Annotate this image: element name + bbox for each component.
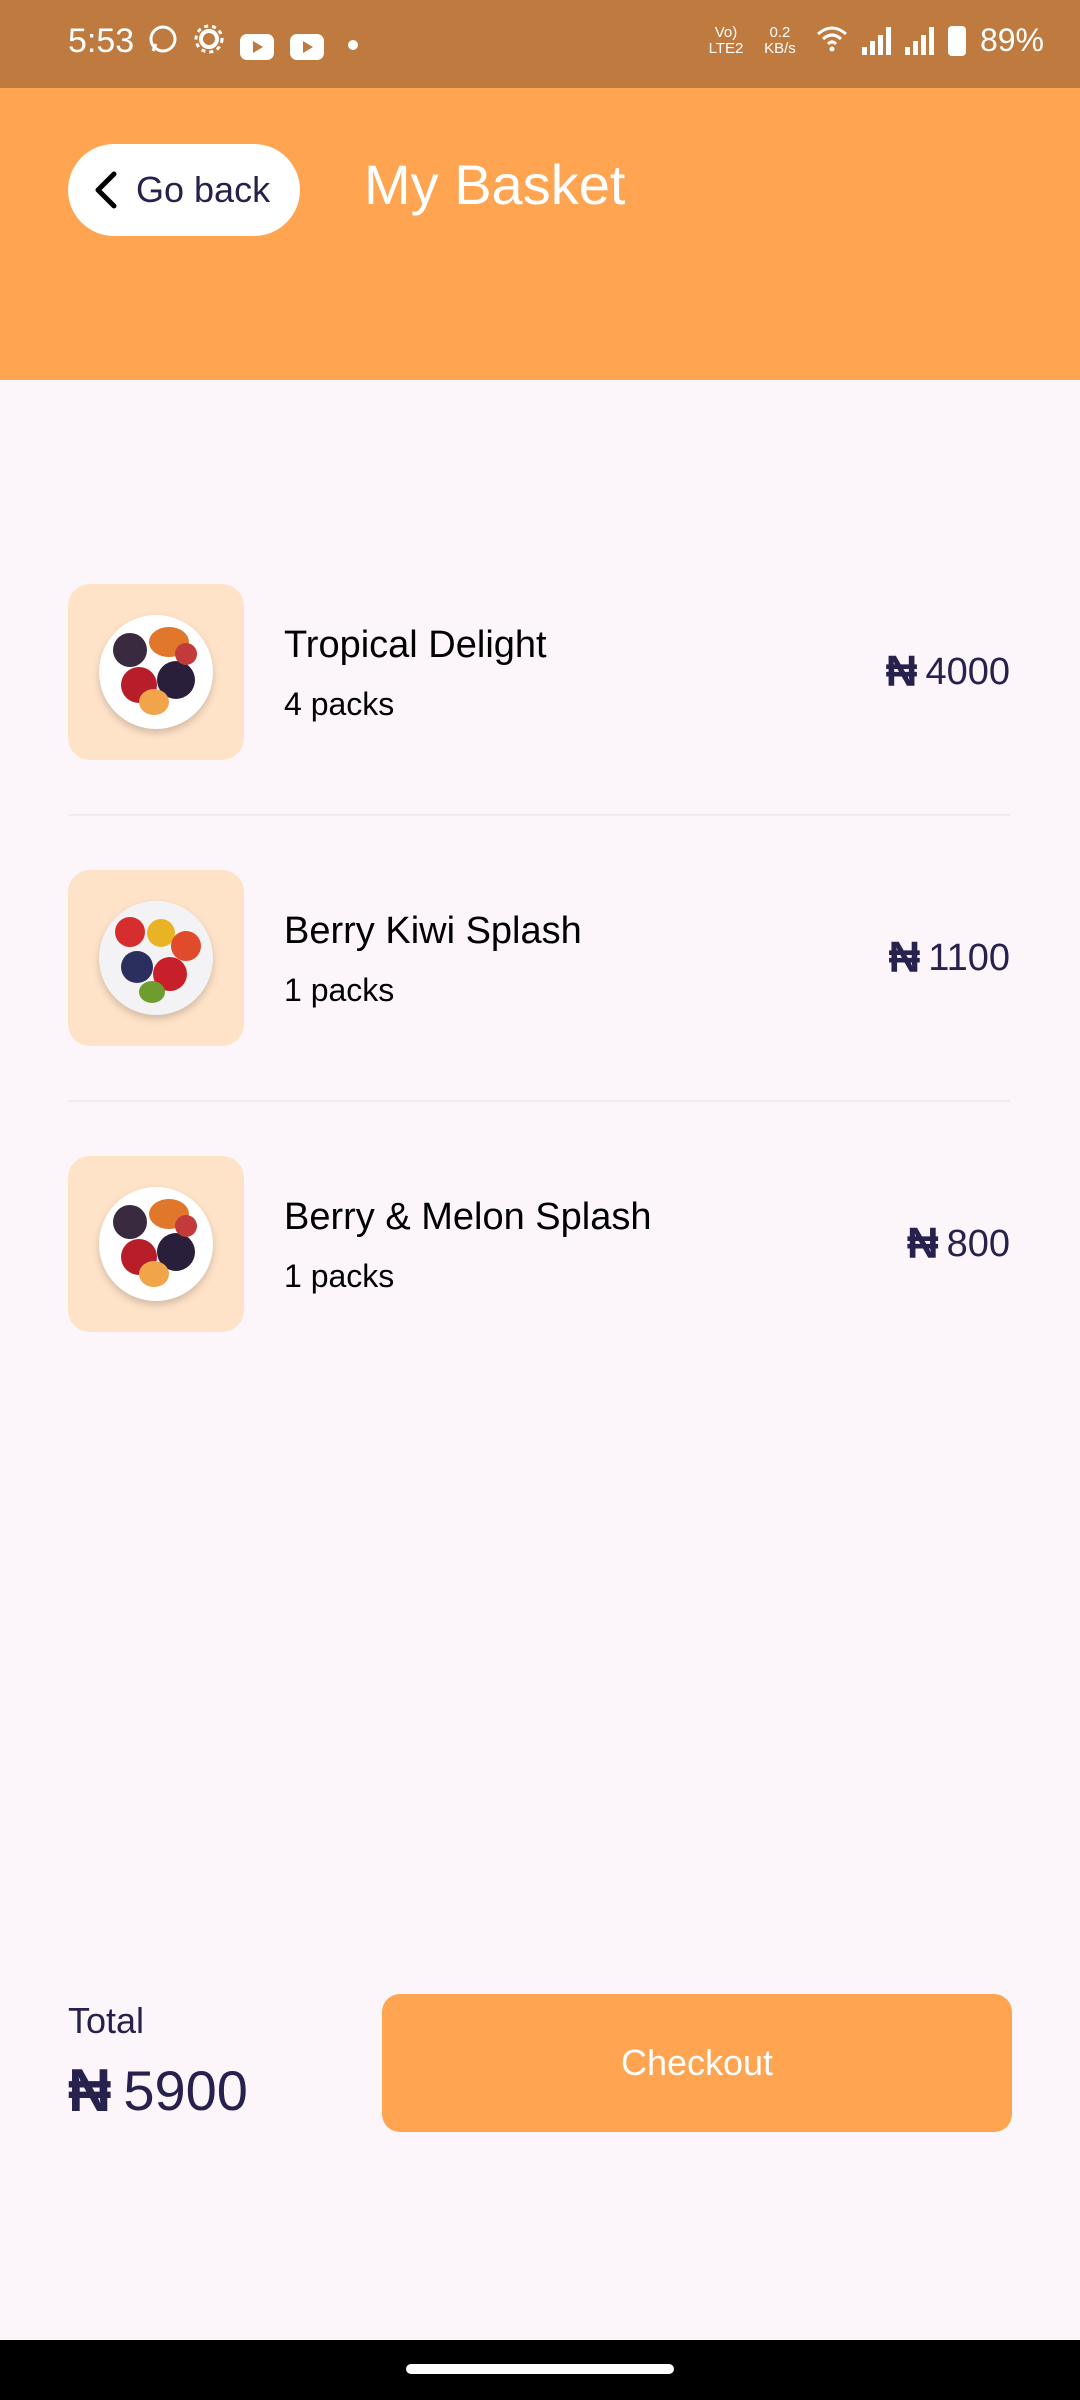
status-bar: 5:53 Vo) LTE2 0.2 KB/s 89% — [0, 0, 1080, 88]
divider — [68, 814, 1010, 816]
whatsapp-icon — [148, 24, 178, 65]
naira-symbol: ₦ — [888, 933, 921, 982]
notification-icons — [148, 24, 358, 65]
go-back-label: Go back — [136, 169, 271, 210]
list-item[interactable]: Berry & Melon Splash 1 packs ₦ 800 — [68, 1156, 1010, 1332]
naira-symbol: ₦ — [906, 1219, 939, 1268]
naira-symbol: ₦ — [68, 2057, 112, 2124]
product-image — [68, 1156, 244, 1332]
youtube-icon — [240, 33, 274, 60]
item-name: Berry & Melon Splash — [284, 1195, 652, 1238]
divider — [68, 1100, 1010, 1102]
total-label: Total — [68, 2000, 145, 2041]
total-amount: ₦ 5900 — [68, 2056, 248, 2125]
lte-indicator: Vo) LTE2 — [708, 23, 744, 57]
battery-icon — [947, 25, 966, 56]
list-item[interactable]: Tropical Delight 4 packs ₦ 4000 — [68, 584, 1010, 760]
total-value: 5900 — [123, 2059, 248, 2122]
chevron-left-icon — [95, 171, 117, 209]
product-image — [68, 870, 244, 1046]
data-rate: 0.2 KB/s — [764, 23, 796, 57]
dot-icon — [348, 39, 358, 50]
header: Go back My Basket — [0, 88, 1080, 380]
signal-icon — [904, 26, 934, 55]
item-price-value: 4000 — [925, 650, 1010, 693]
item-price-value: 1100 — [928, 936, 1010, 979]
page-title: My Basket — [364, 153, 626, 216]
navigation-bar — [0, 2340, 1080, 2400]
item-quantity: 1 packs — [284, 1257, 395, 1294]
item-price-value: 800 — [946, 1222, 1010, 1265]
status-time: 5:53 — [68, 22, 135, 60]
battery-level: 89% — [979, 22, 1044, 58]
product-image — [68, 584, 244, 760]
list-item[interactable]: Berry Kiwi Splash 1 packs ₦ 1100 — [68, 870, 1010, 1046]
system-icons: Vo) LTE2 0.2 KB/s 89% — [708, 22, 1044, 59]
checkout-button[interactable]: Checkout — [382, 1994, 1012, 2132]
signal-icon — [861, 26, 891, 55]
item-price: ₦ 1100 — [889, 933, 1011, 983]
settings-icon — [194, 24, 224, 65]
home-indicator[interactable] — [406, 2364, 674, 2374]
item-price: ₦ 800 — [907, 1219, 1010, 1269]
go-back-button[interactable]: Go back — [68, 144, 300, 236]
basket-list: Tropical Delight 4 packs ₦ 4000 Berry Ki… — [68, 584, 1010, 1332]
naira-symbol: ₦ — [885, 647, 918, 696]
youtube-icon — [290, 33, 324, 60]
wifi-icon — [816, 24, 848, 57]
item-price: ₦ 4000 — [886, 647, 1010, 697]
